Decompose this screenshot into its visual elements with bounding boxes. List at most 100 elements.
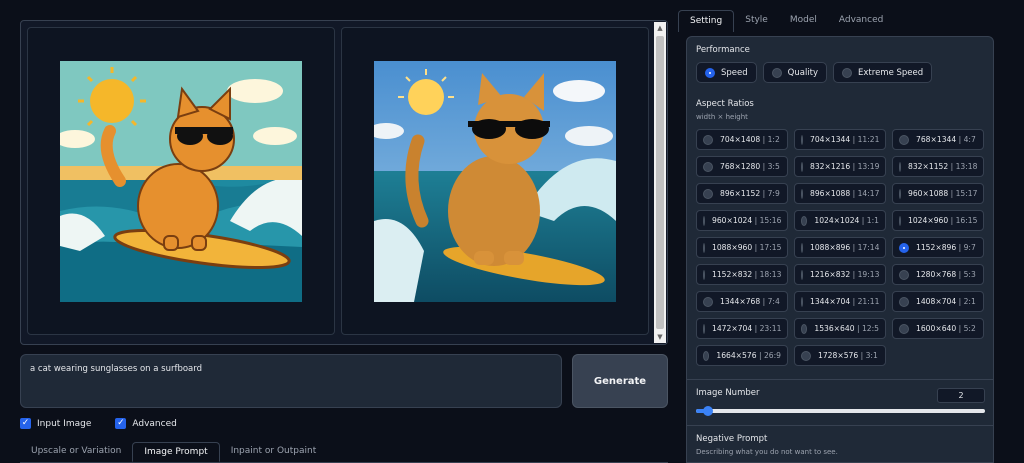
aspect-ratio-option[interactable]: 896×1088 | 14:17 [794,183,886,204]
radio-icon[interactable] [801,215,808,226]
radio-icon[interactable] [801,188,803,199]
performance-extreme-speed[interactable]: Extreme Speed [833,62,933,83]
gallery-image-cartoon[interactable] [27,27,335,335]
aspect-ratio-option[interactable]: 768×1280 | 3:5 [696,156,788,177]
radio-icon[interactable] [899,161,901,172]
cartoon-cat-image [60,61,302,302]
aspect-ratio-option[interactable]: 1088×960 | 17:15 [696,237,788,258]
radio-icon[interactable] [899,134,909,145]
radio-icon[interactable] [703,188,713,199]
radio-icon[interactable] [899,269,909,280]
prompt-input[interactable]: a cat wearing sunglasses on a surfboard [20,354,562,408]
aspect-ratio-option[interactable]: 1600×640 | 5:2 [892,318,984,339]
performance-speed[interactable]: Speed [696,62,757,83]
radio-icon[interactable] [703,269,705,280]
aspect-ratio-label: 768×1280 | 3:5 [720,162,780,171]
gallery-scrollbar[interactable]: ▲ ▼ [654,22,666,343]
aspect-ratio-option[interactable]: 1472×704 | 23:11 [696,318,788,339]
tab-image-prompt[interactable]: Image Prompt [132,442,220,462]
radio-icon[interactable] [703,134,713,145]
tab-style[interactable]: Style [734,10,779,32]
generate-button[interactable]: Generate [572,354,668,408]
aspect-ratio-option[interactable]: 1344×704 | 21:11 [794,291,886,312]
aspect-ratio-label: 1216×832 | 19:13 [810,270,879,279]
aspect-ratio-option[interactable]: 704×1408 | 1:2 [696,129,788,150]
performance-quality[interactable]: Quality [762,62,828,83]
aspect-ratio-value: 14:17 [857,189,880,198]
radio-icon[interactable] [771,67,782,78]
aspect-ratio-option[interactable]: 1088×896 | 17:14 [794,237,886,258]
tab-setting[interactable]: Setting [678,10,735,32]
checkbox-checked-icon[interactable]: ✓ [115,418,127,429]
tab-model[interactable]: Model [779,10,828,32]
radio-icon[interactable] [899,215,901,226]
aspect-ratio-option[interactable]: 768×1344 | 4:7 [892,129,984,150]
aspect-ratio-option[interactable]: 896×1152 | 7:9 [696,183,788,204]
aspect-ratio-separator: | [760,189,768,198]
radio-icon[interactable] [801,269,803,280]
image-gallery: ▲ ▼ [20,20,668,345]
aspect-ratio-option[interactable]: 1728×576 | 3:1 [794,345,886,366]
aspect-ratio-option[interactable]: 832×1152 | 13:18 [892,156,984,177]
aspect-ratio-option[interactable]: 832×1216 | 13:19 [794,156,886,177]
radio-icon[interactable] [801,242,803,253]
gallery-image-photo[interactable] [341,27,649,335]
radio-icon[interactable] [703,296,713,307]
input-image-checkbox[interactable]: ✓ Input Image [20,418,91,429]
aspect-ratio-size: 768×1280 [720,162,761,171]
aspect-ratio-option[interactable]: 1536×640 | 12:5 [794,318,886,339]
radio-icon[interactable] [899,323,909,334]
aspect-ratio-option[interactable]: 1152×896 | 9:7 [892,237,984,258]
aspect-ratio-option[interactable]: 1664×576 | 26:9 [696,345,788,366]
aspect-ratio-label: 896×1152 | 7:9 [720,189,780,198]
advanced-checkbox[interactable]: ✓ Advanced [115,418,177,429]
image-number-slider[interactable] [696,406,985,416]
radio-icon[interactable] [842,67,853,78]
radio-icon[interactable] [801,161,803,172]
image-number-input[interactable]: 2 [937,388,985,403]
tab-upscale-or-variation[interactable]: Upscale or Variation [20,442,132,462]
aspect-ratio-option[interactable]: 960×1088 | 15:17 [892,183,984,204]
radio-selected-icon[interactable] [705,67,715,78]
radio-icon[interactable] [703,215,705,226]
radio-icon[interactable] [801,350,811,361]
radio-selected-icon[interactable] [899,242,909,253]
aspect-ratio-label: 1728×576 | 3:1 [818,351,878,360]
aspect-ratio-separator: | [850,135,858,144]
aspect-ratio-option[interactable]: 1152×832 | 18:13 [696,264,788,285]
aspect-ratio-separator: | [752,324,760,333]
aspect-ratio-option[interactable]: 1024×1024 | 1:1 [794,210,886,231]
negative-prompt-placeholder[interactable]: Describing what you do not want to see. [696,448,838,456]
aspect-ratio-value: 21:11 [857,297,880,306]
aspect-ratio-size: 1408×704 [916,297,957,306]
tab-advanced[interactable]: Advanced [828,10,894,32]
divider [687,425,993,426]
radio-icon[interactable] [899,296,909,307]
photo-cat-image [374,61,616,302]
radio-icon[interactable] [801,323,808,334]
radio-icon[interactable] [899,188,901,199]
radio-icon[interactable] [703,242,705,253]
aspect-ratio-size: 960×1088 [908,189,949,198]
aspect-ratio-option[interactable]: 1280×768 | 5:3 [892,264,984,285]
aspect-ratio-value: 19:13 [857,270,880,279]
tab-inpaint-or-outpaint[interactable]: Inpaint or Outpaint [220,442,328,462]
aspect-ratio-separator: | [948,216,956,225]
scroll-down-arrow-icon[interactable]: ▼ [654,331,666,343]
aspect-ratio-option[interactable]: 1344×768 | 7:4 [696,291,788,312]
aspect-ratio-option[interactable]: 1024×960 | 16:15 [892,210,984,231]
scroll-thumb[interactable] [656,36,664,329]
aspect-ratio-option[interactable]: 704×1344 | 11:21 [794,129,886,150]
aspect-ratio-option[interactable]: 960×1024 | 15:16 [696,210,788,231]
radio-icon[interactable] [801,296,803,307]
radio-icon[interactable] [703,161,713,172]
aspect-ratio-option[interactable]: 1216×832 | 19:13 [794,264,886,285]
radio-icon[interactable] [703,323,705,334]
checkbox-checked-icon[interactable]: ✓ [20,418,31,429]
slider-handle[interactable] [702,406,713,416]
aspect-ratio-label: 960×1024 | 15:16 [712,216,781,225]
aspect-ratio-option[interactable]: 1408×704 | 2:1 [892,291,984,312]
scroll-up-arrow-icon[interactable]: ▲ [654,22,666,34]
radio-icon[interactable] [703,350,710,361]
radio-icon[interactable] [801,134,803,145]
